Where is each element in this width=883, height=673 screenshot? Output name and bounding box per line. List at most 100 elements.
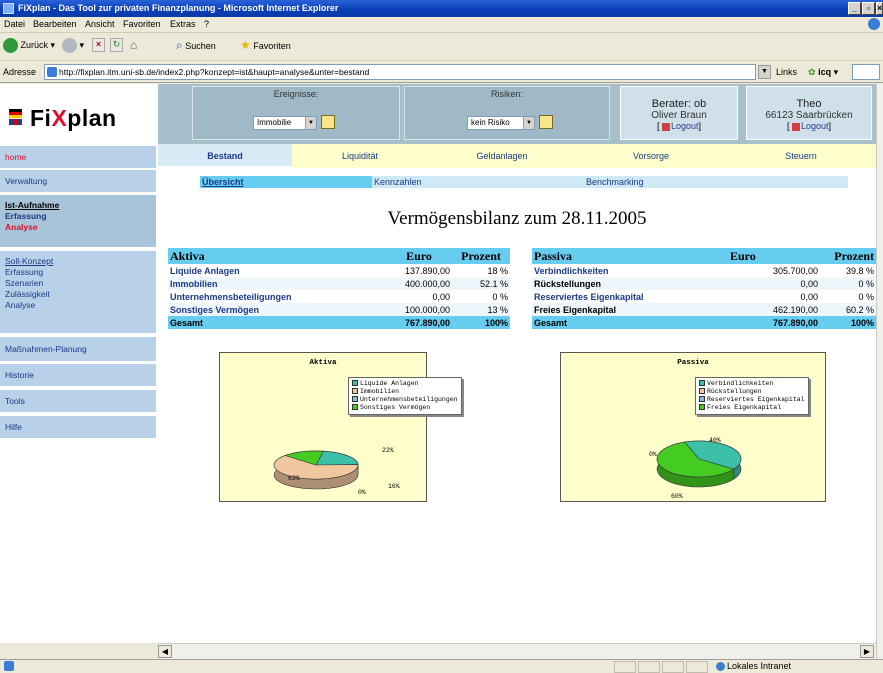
passiva-label-freies: Freies Eigenkapital (532, 303, 728, 316)
scroll-left-icon[interactable]: ◀ (158, 645, 172, 658)
aktiva-link-sonstiges[interactable]: Sonstiges Vermögen (168, 303, 386, 316)
menu-bearbeiten[interactable]: Bearbeiten (33, 19, 77, 29)
pie-label: 0% (649, 451, 657, 458)
table-cell: 0,00 (728, 290, 820, 303)
sidebar-item-home[interactable]: home (0, 146, 156, 168)
risiken-select[interactable]: kein Risiko ▼ (467, 116, 535, 130)
menu-ansicht[interactable]: Ansicht (85, 19, 115, 29)
status-bar: Lokales Intranet (0, 659, 883, 673)
sidebar-item-verwaltung[interactable]: Verwaltung (0, 170, 156, 192)
table-cell: 100% (452, 316, 510, 329)
ereignisse-go-icon[interactable] (321, 115, 335, 129)
back-arrow-icon (3, 38, 18, 53)
header-bar: Ereignisse: Immobilie ▼ Risiken: kein Ri… (158, 84, 876, 144)
sidebar-item-soll-szenarien[interactable]: Szenarien (5, 278, 156, 289)
stop-icon[interactable]: × (92, 38, 105, 52)
vertical-scrollbar[interactable] (876, 84, 883, 659)
tab-geldanlagen[interactable]: Geldanlagen (428, 144, 576, 168)
main-content: Bestand Liquidität Geldanlagen Vorsorge … (158, 144, 876, 643)
close-button[interactable]: × (876, 2, 883, 15)
refresh-icon[interactable]: ↻ (110, 38, 123, 52)
aktiva-link-immobilien[interactable]: Immobilien (168, 277, 386, 290)
table-cell: Gesamt (532, 316, 728, 329)
client-box: Theo 66123 Saarbrücken [ Logout] (746, 86, 872, 140)
menu-datei[interactable]: Datei (4, 19, 25, 29)
client-logout-link[interactable]: Logout (801, 121, 829, 131)
menu-extras[interactable]: Extras (170, 19, 196, 29)
subtab-uebersicht[interactable]: Übersicht (200, 176, 372, 188)
aktiva-link-liquide[interactable]: Liquide Anlagen (168, 264, 386, 277)
url-input[interactable]: http://fixplan.itm.uni-sb.de/index2.php?… (44, 64, 756, 80)
sidebar-item-ist-analyse[interactable]: Analyse (5, 222, 38, 232)
aktiva-table: Aktiva Euro Prozent Liquide Anlagen 137.… (168, 248, 510, 329)
ie-app-icon (3, 3, 14, 14)
menu-favoriten[interactable]: Favoriten (123, 19, 161, 29)
window-title: FiXplan - Das Tool zur privaten Finanzpl… (18, 3, 339, 13)
tab-liquiditaet[interactable]: Liquidität (292, 144, 428, 168)
tab-steuern[interactable]: Steuern (726, 144, 876, 168)
sidebar-ist-aufnahme: Ist-Aufnahme Erfassung Analyse (0, 195, 156, 247)
status-segment (662, 661, 684, 673)
address-label: Adresse (3, 67, 37, 77)
risiken-go-icon[interactable] (539, 115, 553, 129)
pie-label: 22% (382, 447, 394, 454)
links-button[interactable]: Links (776, 67, 797, 77)
search-icon: ⌕ (176, 38, 183, 52)
home-icon[interactable]: ⌂ (130, 38, 144, 52)
subtab-kennzahlen[interactable]: Kennzahlen (372, 176, 584, 188)
forward-button[interactable]: ▾ (62, 38, 84, 53)
icq-button[interactable]: ✿ icq ▾ (808, 67, 838, 78)
icq-search-input[interactable] (852, 64, 880, 80)
table-cell: 100% (820, 316, 876, 329)
sidebar-item-historie[interactable]: Historie (0, 364, 156, 386)
page-status-icon (4, 661, 14, 671)
passiva-link-verbindlichkeiten[interactable]: Verbindlichkeiten (532, 264, 728, 277)
sidebar-item-soll-zulaessigkeit[interactable]: Zulässigkeit (5, 289, 156, 300)
sidebar-ist-heading[interactable]: Ist-Aufnahme (5, 200, 59, 210)
passiva-header-euro: Euro (728, 248, 820, 264)
table-cell: Gesamt (168, 316, 386, 329)
table-row: Freies Eigenkapital 462.190,00 60.2 % (532, 303, 876, 316)
aktiva-header-label: Aktiva (168, 248, 386, 264)
sub-tabs: Übersicht Kennzahlen Benchmarking (200, 176, 848, 188)
table-cell: 52.1 % (452, 277, 510, 290)
ereignisse-select[interactable]: Immobilie ▼ (253, 116, 317, 130)
ereignisse-panel: Ereignisse: Immobilie ▼ (192, 86, 400, 140)
menu-help[interactable]: ? (204, 19, 209, 29)
sidebar-item-soll-analyse[interactable]: Analyse (5, 300, 156, 311)
subtab-benchmarking[interactable]: Benchmarking (584, 176, 848, 188)
table-row: Immobilien 400.000,00 52.1 % (168, 277, 510, 290)
sidebar-item-soll-erfassung[interactable]: Erfassung (5, 267, 156, 278)
tab-bestand[interactable]: Bestand (158, 144, 292, 168)
passiva-pie (656, 440, 742, 488)
aktiva-link-unternehmen[interactable]: Unternehmensbeteiligungen (168, 290, 386, 303)
table-row: Rückstellungen 0,00 0 % (532, 277, 876, 290)
sidebar-item-ist-erfassung[interactable]: Erfassung (5, 211, 47, 221)
pie-label: 0% (358, 489, 366, 496)
minimize-button[interactable]: _ (848, 2, 861, 15)
url-dropdown-button[interactable]: ▼ (758, 65, 771, 79)
table-cell: 18 % (452, 264, 510, 277)
scroll-right-icon[interactable]: ▶ (860, 645, 874, 658)
pie-label: 16% (388, 483, 400, 490)
icq-flower-icon: ✿ (808, 67, 816, 77)
horizontal-scrollbar[interactable]: ◀ ▶ (158, 643, 876, 659)
language-flag-icon[interactable] (9, 109, 22, 125)
back-button[interactable]: Zurück ▾ (3, 38, 55, 53)
berater-logout-link[interactable]: Logout (671, 121, 699, 131)
sidebar-soll-heading[interactable]: Soll-Konzept (5, 256, 156, 267)
star-icon: ★ (240, 38, 251, 52)
fixplan-logo[interactable]: FiXplan (0, 84, 158, 144)
pie-label: 40% (709, 437, 721, 444)
favorites-button[interactable]: ★ Favoriten (240, 38, 291, 52)
ereignisse-label: Ereignisse: (273, 89, 319, 99)
passiva-link-reserviert[interactable]: Reserviertes Eigenkapital (532, 290, 728, 303)
sidebar-item-hilfe[interactable]: Hilfe (0, 416, 156, 438)
browser-toolbar: Zurück ▾ ▾ × ↻ ⌂ ⌕ Suchen ★ Favoriten (0, 33, 883, 61)
sidebar-item-tools[interactable]: Tools (0, 390, 156, 412)
search-button[interactable]: ⌕ Suchen (176, 38, 216, 53)
tab-vorsorge[interactable]: Vorsorge (576, 144, 726, 168)
maximize-button[interactable]: ▫ (862, 2, 875, 15)
sidebar-item-massnahmen[interactable]: Maßnahmen-Planung (0, 337, 156, 361)
chevron-down-icon: ▼ (523, 117, 534, 129)
